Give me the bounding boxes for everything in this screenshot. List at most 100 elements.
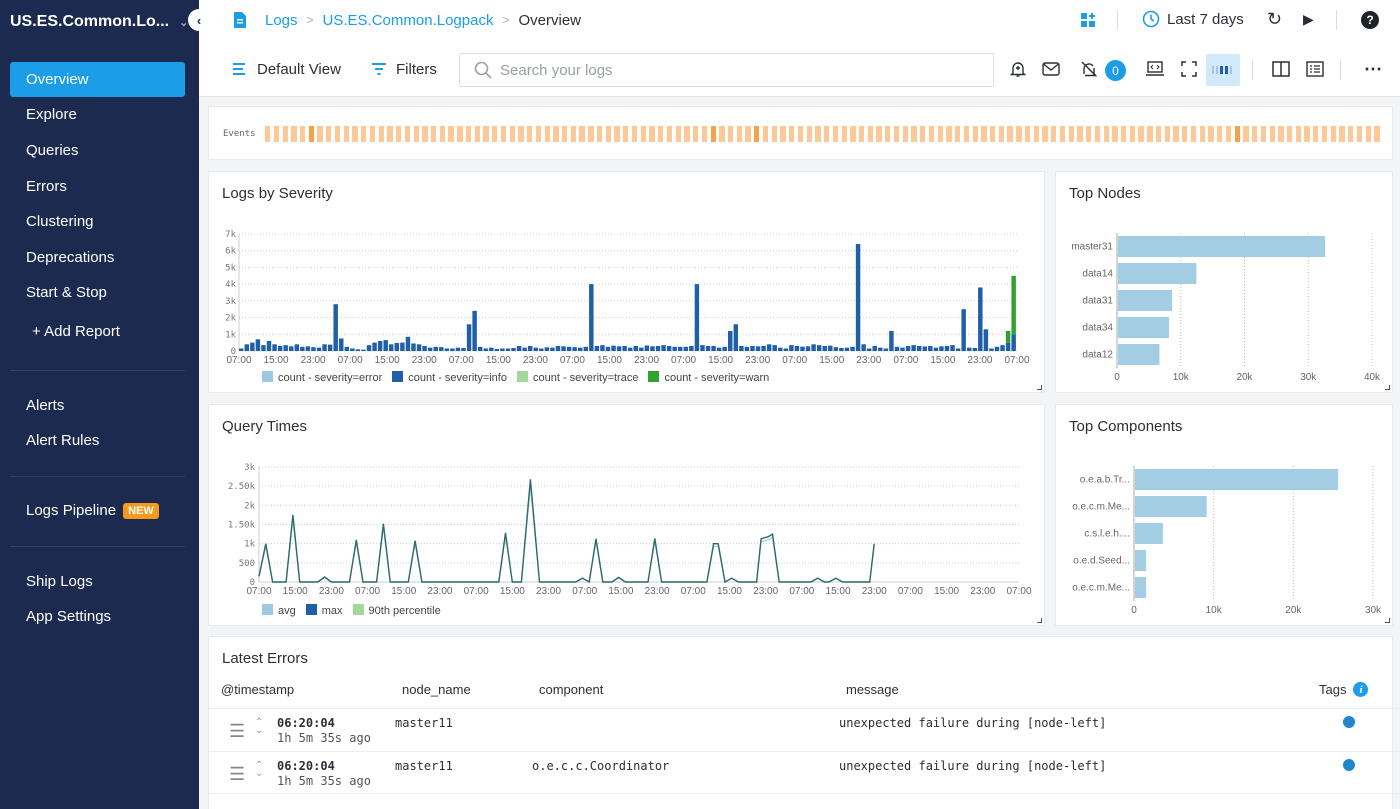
sidebar-item-start-stop[interactable]: Start & Stop xyxy=(10,275,185,310)
table-row[interactable]: ☰ ⌃ ⌄ 06:20:04 1h 5m 35s ago master11 o.e… xyxy=(209,751,1400,794)
event-bar[interactable] xyxy=(710,126,716,142)
filters-button[interactable]: Filters xyxy=(372,52,437,86)
embed-icon[interactable] xyxy=(1142,54,1168,84)
drag-handle-icon[interactable]: ☰ xyxy=(229,721,245,742)
event-bar[interactable] xyxy=(448,126,454,142)
event-bar[interactable] xyxy=(299,126,306,142)
sidebar-item-explore[interactable]: Explore xyxy=(10,97,185,132)
event-bar[interactable] xyxy=(684,126,690,142)
event-bar[interactable] xyxy=(928,126,935,142)
app-switcher[interactable]: US.ES.Common.Lo... ⌄ xyxy=(0,0,199,44)
event-bar[interactable] xyxy=(1374,126,1380,142)
event-bar[interactable] xyxy=(378,126,384,142)
event-bar[interactable] xyxy=(701,126,708,142)
event-bar[interactable] xyxy=(361,126,367,142)
event-bar[interactable] xyxy=(623,126,629,142)
event-bar[interactable] xyxy=(1286,126,1293,142)
event-bar[interactable] xyxy=(518,126,524,142)
event-bar[interactable] xyxy=(1155,126,1162,142)
event-bar[interactable] xyxy=(404,126,411,142)
event-bar[interactable] xyxy=(1217,126,1223,142)
event-bar[interactable] xyxy=(675,126,681,142)
event-bar[interactable] xyxy=(1051,126,1057,142)
event-bar[interactable] xyxy=(736,126,743,142)
breadcrumb-logs[interactable]: Logs xyxy=(265,12,298,29)
event-bar[interactable] xyxy=(352,126,358,142)
event-bar[interactable] xyxy=(780,126,786,142)
event-bar[interactable] xyxy=(562,126,568,142)
event-bar[interactable] xyxy=(1007,126,1013,142)
event-bar[interactable] xyxy=(465,126,472,142)
event-bar[interactable] xyxy=(1269,126,1275,142)
legend-item-trace[interactable]: count - severity=trace xyxy=(516,371,638,384)
event-bar[interactable] xyxy=(1225,126,1232,142)
event-bar[interactable] xyxy=(509,126,515,142)
event-bar[interactable] xyxy=(500,126,507,142)
sidebar-item-overview[interactable]: Overview xyxy=(10,62,185,97)
event-bar[interactable] xyxy=(1199,126,1205,142)
event-bar[interactable] xyxy=(745,126,751,142)
sidebar-item-queries[interactable]: Queries xyxy=(10,133,185,168)
event-bar[interactable] xyxy=(920,126,926,142)
event-bar[interactable] xyxy=(1042,126,1048,142)
event-bar[interactable] xyxy=(1068,126,1074,142)
column-header-component[interactable]: component xyxy=(539,682,603,697)
event-bar[interactable] xyxy=(1304,126,1310,142)
event-bar[interactable] xyxy=(387,126,393,142)
event-bar[interactable] xyxy=(1330,126,1336,142)
alert-bell-icon[interactable] xyxy=(1005,54,1031,84)
event-bar[interactable] xyxy=(797,126,804,142)
expand-toggle-icon[interactable]: ⌃ ⌄ xyxy=(255,761,263,779)
column-header-timestamp[interactable]: @timestamp xyxy=(221,682,294,697)
event-bar[interactable] xyxy=(841,126,847,142)
event-bar[interactable] xyxy=(1033,126,1039,142)
event-bar[interactable] xyxy=(1260,126,1267,142)
event-bar[interactable] xyxy=(527,126,533,142)
muted-alerts-icon[interactable] xyxy=(1076,54,1102,84)
notification-count-badge[interactable]: 0 xyxy=(1105,60,1126,81)
event-bar[interactable] xyxy=(596,126,603,142)
tag-dot[interactable] xyxy=(1343,759,1355,771)
legend-item-warn[interactable]: count - severity=warn xyxy=(648,371,769,384)
event-bar[interactable] xyxy=(640,126,646,142)
sidebar-item-deprecations[interactable]: Deprecations xyxy=(10,240,185,275)
event-bar[interactable] xyxy=(326,126,332,142)
dashboard-add-icon[interactable] xyxy=(1080,12,1096,33)
mail-icon[interactable] xyxy=(1038,54,1064,84)
event-bar[interactable] xyxy=(588,126,594,142)
tag-dot[interactable] xyxy=(1343,716,1355,728)
sidebar-item-ship-logs[interactable]: Ship Logs xyxy=(10,564,185,599)
event-bar[interactable] xyxy=(343,126,349,142)
event-bar[interactable] xyxy=(1313,126,1319,142)
event-bar[interactable] xyxy=(1094,126,1101,142)
event-bar[interactable] xyxy=(666,126,673,142)
event-bar[interactable] xyxy=(649,126,655,142)
sidebar-item-logs-pipeline[interactable]: Logs Pipeline NEW xyxy=(10,493,185,528)
event-bar[interactable] xyxy=(1278,126,1284,142)
event-bar[interactable] xyxy=(658,126,664,142)
event-bar[interactable] xyxy=(457,126,463,142)
event-bar[interactable] xyxy=(727,126,734,142)
event-bar[interactable] xyxy=(631,126,638,142)
event-bar[interactable] xyxy=(771,126,777,142)
query-times-chart[interactable]: 05001k1.50k2k2.50k3k07:00 15:00 23:00 07:00… xyxy=(209,405,1046,605)
legend-item-error[interactable]: count - severity=error xyxy=(262,371,382,384)
event-bar[interactable] xyxy=(492,126,498,142)
sidebar-item-app-settings[interactable]: App Settings xyxy=(10,599,185,634)
event-bar[interactable] xyxy=(911,126,917,142)
split-view-icon[interactable] xyxy=(1268,54,1294,84)
event-bar[interactable] xyxy=(955,126,961,142)
event-bar[interactable] xyxy=(867,126,874,142)
event-bar[interactable] xyxy=(1121,126,1127,142)
event-bar[interactable] xyxy=(1059,126,1066,142)
resize-handle[interactable] xyxy=(1037,618,1042,623)
event-bar[interactable] xyxy=(1016,126,1022,142)
fullscreen-icon[interactable] xyxy=(1176,54,1202,84)
event-bar[interactable] xyxy=(893,126,900,142)
time-range-picker[interactable]: Last 7 days xyxy=(1142,10,1244,28)
event-bar[interactable] xyxy=(850,126,856,142)
sidebar-item-errors[interactable]: Errors xyxy=(10,169,185,204)
event-bar[interactable] xyxy=(317,126,323,142)
event-bar[interactable] xyxy=(474,126,480,142)
event-bar[interactable] xyxy=(806,126,812,142)
